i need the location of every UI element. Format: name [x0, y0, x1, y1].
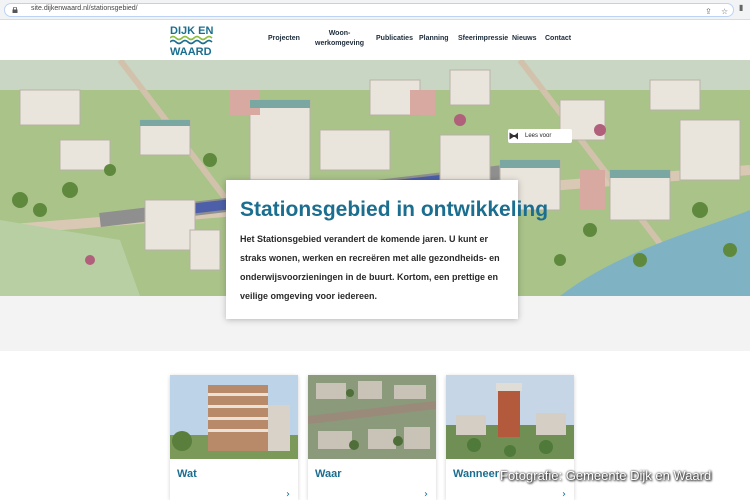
card-wat[interactable]: Wat › [170, 375, 298, 500]
nav-sfeerimpressie[interactable]: Sfeerimpressie [458, 35, 508, 42]
address-bar[interactable]: site.dijkenwaard.nl/stationsgebied/ ⇪ ☆ [4, 3, 734, 17]
card-wat-photo [170, 375, 298, 459]
card-wanneer-label: Wanneer [453, 468, 500, 480]
card-waar-label: Waar [315, 468, 342, 480]
star-icon[interactable]: ☆ [721, 8, 728, 16]
url-text: site.dijkenwaard.nl/stationsgebied/ [31, 5, 138, 12]
site-logo[interactable]: DIJK EN WAARD [170, 22, 216, 58]
nav-contact[interactable]: Contact [545, 35, 571, 42]
nav-planning[interactable]: Planning [419, 35, 449, 42]
svg-text:WAARD: WAARD [170, 46, 212, 58]
svg-text:DIJK EN: DIJK EN [170, 25, 213, 37]
play-icon [509, 132, 515, 140]
nav-nieuws[interactable]: Nieuws [512, 35, 537, 42]
browser-toolbar: site.dijkenwaard.nl/stationsgebied/ ⇪ ☆ … [0, 0, 750, 20]
chevron-right-icon: › [424, 489, 428, 500]
lock-icon [12, 7, 18, 13]
chevron-right-icon: › [562, 489, 566, 500]
read-aloud-label: Lees voor [525, 133, 552, 139]
site-header: DIJK EN WAARD Projecten Woon- werkomgevi… [0, 20, 750, 60]
card-wat-label: Wat [177, 468, 197, 480]
intro-card: Stationsgebied in ontwikkeling Het Stati… [226, 180, 548, 319]
nav-publicaties[interactable]: Publicaties [376, 35, 413, 42]
card-wanneer-photo [446, 375, 574, 459]
share-icon[interactable]: ⇪ [705, 8, 712, 16]
nav-woon-werkomgeving[interactable]: Woon- werkomgeving [315, 29, 364, 49]
sidebar-icon[interactable]: ▮ [739, 4, 743, 12]
chevron-right-icon: › [286, 489, 290, 500]
page-title: Stationsgebied in ontwikkeling [240, 198, 549, 221]
read-aloud-button[interactable]: Lees voor [508, 129, 572, 143]
card-waar-photo [308, 375, 436, 459]
photo-credit-watermark: Fotografie: Gemeente Dijk en Waard [500, 468, 712, 483]
nav-projecten[interactable]: Projecten [268, 35, 300, 42]
intro-text: Het Stationsgebied verandert de komende … [240, 234, 500, 301]
card-waar[interactable]: Waar › [308, 375, 436, 500]
